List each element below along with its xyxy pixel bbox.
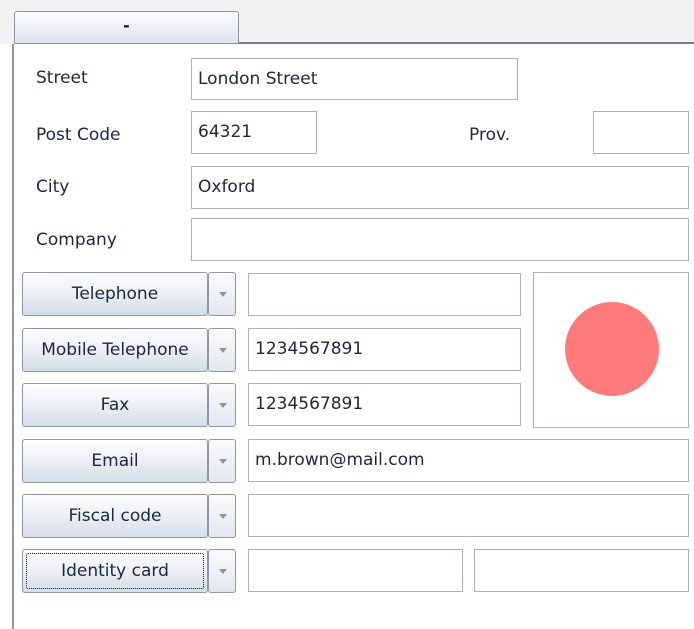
postcode-label: Post Code [36, 125, 121, 145]
email-dropdown-icon[interactable] [208, 439, 236, 483]
mobile-type-button[interactable]: Mobile Telephone [22, 328, 208, 372]
telephone-dropdown-icon[interactable] [208, 272, 236, 316]
telephone-type-button[interactable]: Telephone [22, 272, 208, 316]
street-input[interactable]: London Street [191, 58, 518, 100]
company-label: Company [36, 230, 117, 250]
email-input[interactable]: m.brown@mail.com [248, 439, 689, 482]
mobile-input[interactable]: 1234567891 [248, 328, 521, 371]
tab-collapse[interactable]: - [14, 11, 239, 44]
company-input[interactable] [191, 218, 689, 261]
status-indicator [565, 302, 659, 396]
fiscal-code-input[interactable] [248, 494, 689, 537]
fiscal-code-type-button[interactable]: Fiscal code [22, 494, 208, 538]
postcode-input[interactable]: 64321 [191, 111, 317, 154]
prov-label: Prov. [469, 125, 511, 145]
identity-card-dropdown-icon[interactable] [208, 549, 236, 593]
fax-type-button[interactable]: Fax [22, 383, 208, 427]
city-input[interactable]: Oxford [191, 166, 689, 209]
panel-border [12, 44, 14, 629]
tab-divider [239, 42, 694, 44]
identity-card-type-button[interactable]: Identity card [22, 549, 208, 593]
identity-card-input[interactable] [248, 549, 463, 592]
prov-input[interactable] [593, 111, 689, 154]
telephone-input[interactable] [248, 273, 521, 316]
fax-input[interactable]: 1234567891 [248, 383, 521, 426]
fiscal-code-dropdown-icon[interactable] [208, 494, 236, 538]
identity-card-input-2[interactable] [474, 549, 689, 592]
street-label: Street [36, 68, 88, 88]
mobile-dropdown-icon[interactable] [208, 328, 236, 372]
email-type-button[interactable]: Email [22, 439, 208, 483]
city-label: City [36, 177, 70, 197]
focus-rect [26, 553, 204, 589]
fax-dropdown-icon[interactable] [208, 383, 236, 427]
